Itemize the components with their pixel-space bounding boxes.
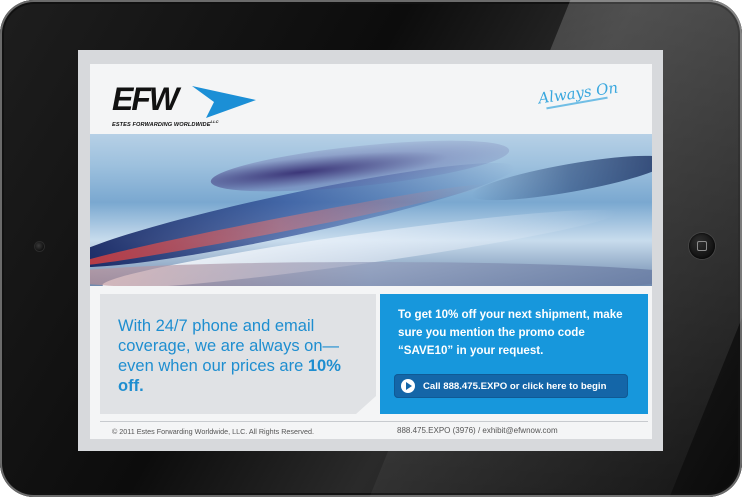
tablet-frame: EFW ESTES FORWARDING WORLDWIDELLC Always… [0,0,742,497]
cta-label: Call 888.475.EXPO or click here to begin [423,380,607,392]
tablet-screen: EFW ESTES FORWARDING WORLDWIDELLC Always… [78,50,663,451]
efw-logo[interactable]: EFW ESTES FORWARDING WORLDWIDELLC [112,82,262,128]
email-content: EFW ESTES FORWARDING WORLDWIDELLC Always… [90,64,652,439]
left-promo-box: With 24/7 phone and email coverage, we a… [100,294,376,414]
banner-streak-bottom [90,262,652,286]
home-square-icon [697,241,707,251]
hero-banner-image[interactable] [90,134,652,286]
copyright-text: © 2011 Estes Forwarding Worldwide, LLC. … [112,427,314,436]
home-button[interactable] [689,233,715,259]
logo-arrow-icon [192,86,256,118]
promo-code-message: To get 10% off your next shipment, make … [398,308,623,357]
page-fold-corner [356,396,376,414]
contact-info-link[interactable]: 888.475.EXPO (3976) / exhibit@efwnow.com [397,426,558,435]
logo-subtitle: ESTES FORWARDING WORLDWIDELLC [112,119,219,128]
camera-icon [35,242,44,251]
coverage-message: With 24/7 phone and email coverage, we a… [118,317,341,395]
call-cta-button[interactable]: Call 888.475.EXPO or click here to begin [394,374,628,398]
footer-divider [100,421,648,422]
logo-wordmark: EFW [112,81,179,117]
right-promo-box: To get 10% off your next shipment, make … [380,294,648,414]
play-arrow-icon [401,379,415,393]
